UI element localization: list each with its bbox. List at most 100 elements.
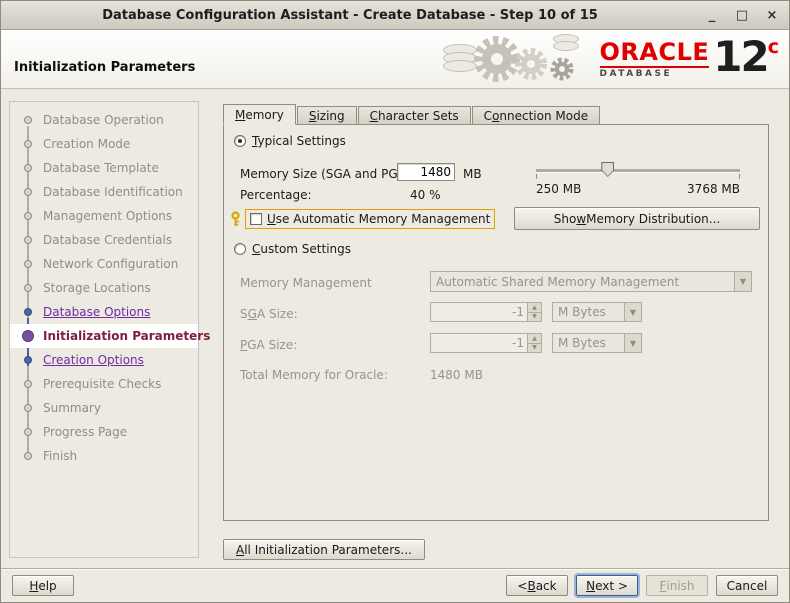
sidebar-step-finish: Finish	[10, 444, 198, 468]
window-title: Database Configuration Assistant - Creat…	[102, 8, 598, 23]
step-marker-current	[22, 330, 34, 342]
sidebar-step-storage-locations: Storage Locations	[10, 276, 198, 300]
dropdown-arrow-icon: ▼	[734, 272, 751, 291]
radio-unselected-icon[interactable]	[234, 243, 246, 255]
sidebar-step-progress-page: Progress Page	[10, 420, 198, 444]
memory-management-value: Automatic Shared Memory Management	[436, 274, 680, 289]
step-marker	[24, 188, 32, 196]
slider-tick	[739, 174, 740, 179]
slider-thumb[interactable]	[601, 162, 615, 177]
sga-unit-value: M Bytes	[558, 305, 606, 319]
amm-checkbox-label: Use Automatic Memory Management	[267, 212, 491, 226]
maximize-button[interactable]: □	[731, 5, 753, 25]
amm-checkbox-group[interactable]: Use Automatic Memory Management	[245, 209, 496, 229]
all-initialization-parameters-button[interactable]: All Initialization Parameters...	[223, 539, 425, 560]
amm-checkbox[interactable]	[250, 213, 262, 225]
cancel-button[interactable]: Cancel	[716, 575, 778, 596]
sidebar-step-creation-options[interactable]: Creation Options	[10, 348, 198, 372]
amm-row: Use Automatic Memory Management	[229, 209, 496, 229]
radio-selected-icon[interactable]	[234, 135, 246, 147]
slider-track[interactable]	[536, 169, 740, 172]
total-memory-label: Total Memory for Oracle:	[240, 368, 388, 382]
memory-size-label: Memory Size (SGA and PGA):	[240, 167, 415, 181]
help-button[interactable]: Help	[12, 575, 74, 596]
sidebar-step-database-template: Database Template	[10, 156, 198, 180]
sidebar-step-database-operation: Database Operation	[10, 108, 198, 132]
memory-size-input[interactable]	[397, 163, 455, 181]
step-marker	[24, 404, 32, 412]
sidebar-step-management-options: Management Options	[10, 204, 198, 228]
oracle-version-number: 12	[713, 32, 769, 81]
tab-connection-mode[interactable]: Connection Mode	[471, 106, 601, 125]
database-disk-icon	[553, 41, 579, 51]
step-marker	[24, 212, 32, 220]
key-icon	[231, 211, 240, 226]
step-marker	[24, 284, 32, 292]
show-memory-distribution-button[interactable]: Sho w Memory Distribution...	[514, 207, 760, 230]
pga-unit-value: M Bytes	[558, 336, 606, 350]
spinner-down-icon: ▼	[528, 342, 541, 352]
wizard-steps-sidebar: Database Operation Creation Mode Databas…	[9, 101, 210, 558]
dbca-window: Database Configuration Assistant - Creat…	[0, 0, 790, 603]
sidebar-step-summary: Summary	[10, 396, 198, 420]
header-art	[441, 30, 596, 88]
sga-size-label: SGA Size:	[240, 307, 298, 321]
oracle-logo: ORACLE DATABASE 12c	[599, 36, 779, 79]
gear-icon	[550, 57, 574, 81]
next-button[interactable]: Next >	[574, 573, 640, 598]
percentage-label: Percentage:	[240, 188, 312, 202]
sidebar-step-creation-mode: Creation Mode	[10, 132, 198, 156]
finish-button: Finish	[646, 575, 708, 596]
pga-unit-select: M Bytes ▼	[552, 333, 642, 353]
dropdown-arrow-icon: ▼	[624, 303, 641, 321]
slider-min-label: 250 MB	[536, 182, 582, 196]
step-marker	[24, 380, 32, 388]
slider-tick	[536, 174, 537, 179]
pga-size-input	[431, 334, 527, 352]
total-memory-value: 1480 MB	[430, 368, 483, 382]
spinner-up-icon: ▲	[528, 303, 541, 312]
step-marker	[24, 356, 32, 364]
page-title: Initialization Parameters	[14, 60, 196, 75]
step-marker	[24, 236, 32, 244]
sidebar-step-network-configuration: Network Configuration	[10, 252, 198, 276]
oracle-wordmark: ORACLE	[599, 38, 710, 66]
typical-settings-label: Typical Settings	[252, 134, 346, 148]
oracle-version-suffix: c	[767, 36, 779, 58]
header-banner: Initialization Parameters ORACLE DATABAS…	[1, 30, 789, 89]
step-marker	[24, 164, 32, 172]
oracle-product-label: DATABASE	[599, 66, 710, 79]
step-marker	[24, 308, 32, 316]
gear-icon	[515, 48, 547, 80]
step-marker	[24, 428, 32, 436]
tab-connection-mode-label: Connection Mode	[483, 109, 589, 123]
sidebar-step-database-identification: Database Identification	[10, 180, 198, 204]
memory-management-select: Automatic Shared Memory Management ▼	[430, 271, 752, 292]
main-content: Memory Sizing Character Sets Connection …	[223, 89, 769, 570]
pga-size-label: PGA Size:	[240, 338, 298, 352]
step-marker	[24, 116, 32, 124]
step-marker	[24, 260, 32, 268]
step-marker	[24, 140, 32, 148]
memory-size-unit: MB	[463, 167, 482, 181]
tab-memory-label: Memory	[235, 108, 284, 122]
custom-settings-label: Custom Settings	[252, 242, 352, 256]
step-marker	[24, 452, 32, 460]
tab-memory[interactable]: Memory	[223, 104, 296, 125]
minimize-button[interactable]: _	[701, 5, 723, 25]
sga-size-spinner: ▲ ▼	[430, 302, 542, 322]
tab-sizing[interactable]: Sizing	[296, 106, 357, 125]
typical-settings-radio[interactable]: Typical Settings	[234, 134, 346, 148]
memory-tab-panel: Typical Settings Memory Size (SGA and PG…	[223, 124, 769, 521]
custom-settings-radio[interactable]: Custom Settings	[234, 242, 351, 256]
tab-character-sets[interactable]: Character Sets	[357, 106, 471, 125]
sidebar-step-database-credentials: Database Credentials	[10, 228, 198, 252]
close-button[interactable]: ×	[761, 5, 783, 25]
sidebar-step-database-options[interactable]: Database Options	[10, 300, 198, 324]
memory-size-slider[interactable]	[536, 161, 740, 179]
memory-management-label: Memory Management	[240, 276, 372, 290]
back-button[interactable]: < Back	[506, 575, 568, 596]
content-region: Database Operation Creation Mode Databas…	[1, 89, 789, 568]
slider-max-label: 3768 MB	[687, 182, 740, 196]
tab-sizing-label: Sizing	[308, 109, 345, 123]
